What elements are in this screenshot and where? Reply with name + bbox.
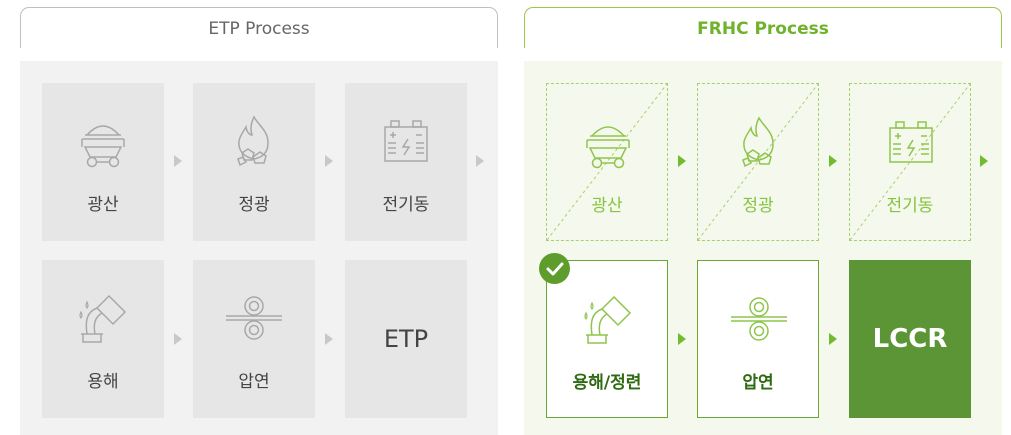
etp-process-title: ETP Process <box>208 19 310 39</box>
arrow-right-icon <box>829 155 837 167</box>
frhc-result-label: LCCR <box>872 324 948 354</box>
step-label: 압연 <box>742 373 774 393</box>
mine-cart-icon <box>73 113 133 171</box>
flame-ore-icon <box>224 113 284 171</box>
rolling-icon <box>224 290 284 348</box>
rolling-icon <box>729 291 789 349</box>
arrow-right-icon <box>325 155 333 167</box>
arrow-right-icon <box>829 333 837 345</box>
arrow-right-icon <box>325 333 333 345</box>
frhc-process-tab: FRHC Process <box>524 7 1002 48</box>
step-label: 정광 <box>238 195 270 215</box>
etp-step-mine: 광산 <box>42 83 164 241</box>
arrow-right-icon <box>174 333 182 345</box>
step-label: 전기동 <box>382 195 430 215</box>
frhc-step-electrolytic-copper-skipped: 전기동 <box>849 83 971 241</box>
etp-step-melting: 용해 <box>42 260 164 418</box>
pouring-icon <box>73 290 133 348</box>
step-label: 용해/정련 <box>572 373 642 393</box>
frhc-panel: 광산 정광 전기동 용해/정련 압연 LCCR <box>524 61 1002 435</box>
pouring-icon <box>578 291 638 349</box>
frhc-step-rolling: 압연 <box>697 260 819 418</box>
battery-icon <box>881 114 941 172</box>
etp-step-electrolytic-copper: 전기동 <box>345 83 467 241</box>
etp-step-concentrate: 정광 <box>193 83 315 241</box>
frhc-step-concentrate-skipped: 정광 <box>697 83 819 241</box>
step-label: 광산 <box>87 195 119 215</box>
step-label: 전기동 <box>886 196 934 216</box>
etp-step-rolling: 압연 <box>193 260 315 418</box>
flame-ore-icon <box>729 114 789 172</box>
step-label: 광산 <box>591 196 623 216</box>
arrow-right-icon <box>174 155 182 167</box>
arrow-right-icon <box>980 155 988 167</box>
etp-panel: 광산 정광 전기동 용해 압연 ETP <box>20 61 498 435</box>
arrow-right-icon <box>678 155 686 167</box>
battery-icon <box>376 113 436 171</box>
check-icon <box>546 262 564 276</box>
frhc-step-mine-skipped: 광산 <box>546 83 668 241</box>
etp-result-label: ETP <box>383 325 429 353</box>
mine-cart-icon <box>578 114 638 172</box>
step-label: 압연 <box>238 372 270 392</box>
frhc-process-title: FRHC Process <box>697 19 829 39</box>
frhc-step-result: LCCR <box>849 260 971 418</box>
etp-step-result: ETP <box>345 260 467 418</box>
arrow-right-icon <box>476 155 484 167</box>
step-label: 용해 <box>87 372 119 392</box>
step-label: 정광 <box>742 196 774 216</box>
check-badge <box>539 253 570 284</box>
etp-process-tab: ETP Process <box>20 7 498 48</box>
arrow-right-icon <box>678 333 686 345</box>
frhc-step-melting-refining: 용해/정련 <box>539 253 668 418</box>
